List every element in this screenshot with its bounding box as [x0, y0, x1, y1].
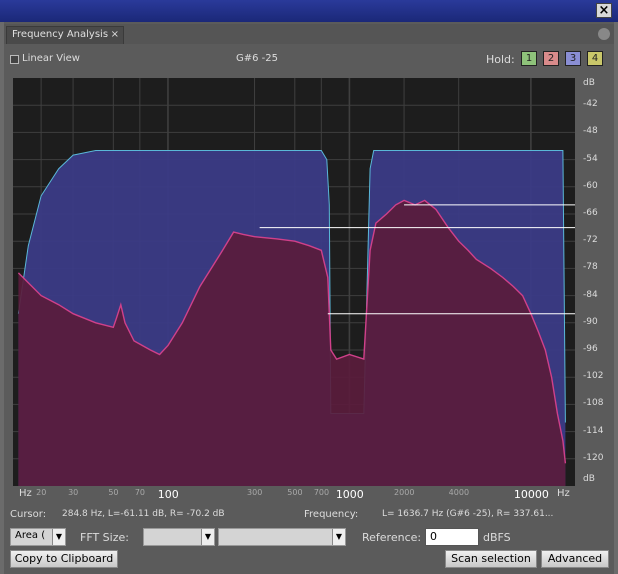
chevron-down-icon: ▼ [201, 529, 214, 545]
window-titlebar [0, 0, 618, 22]
x-axis: Hz 20 30 50 70 100 300 500 700 1000 2000 4000 10000 H… [13, 486, 575, 502]
spectrum-plot[interactable] [13, 78, 575, 486]
area-dropdown[interactable]: Area ( ▼ [10, 528, 66, 546]
y-tick-label: -66 [583, 208, 598, 218]
x-tick-label: 20 [36, 488, 47, 497]
fft-size-label: FFT Size: [80, 531, 129, 544]
tab-close-icon[interactable]: × [111, 27, 119, 43]
scan-selection-button[interactable]: Scan selection [445, 550, 537, 568]
y-tick-label: -48 [583, 126, 598, 137]
dbfs-label: dBFS [483, 531, 511, 544]
copy-to-clipboard-button[interactable]: Copy to Clipboard [10, 550, 118, 568]
advanced-button[interactable]: Advanced [541, 550, 609, 568]
chevron-down-icon: ▼ [52, 529, 65, 545]
note-readout: G#6 -25 [236, 53, 279, 64]
x-tick-label: 1000 [335, 488, 364, 501]
y-tick-label: -42 [583, 99, 598, 110]
y-tick-label: -108 [583, 398, 604, 409]
x-tick-label: 50 [108, 488, 119, 497]
fft-size-dropdown[interactable]: ▼ [143, 528, 215, 546]
hold-label: Hold: [486, 53, 515, 66]
y-tick-label: -84 [583, 289, 598, 300]
y-tick-label: -54 [583, 153, 598, 164]
x-tick-label: 2000 [394, 488, 415, 497]
reference-label: Reference: [362, 531, 422, 544]
y-tick-label: dB [583, 78, 595, 88]
x-tick-label: 100 [157, 488, 179, 501]
spectrum-chart [13, 78, 575, 486]
y-tick-label: -120 [583, 452, 604, 463]
tab-frequency-analysis[interactable]: Frequency Analysis × [6, 26, 124, 44]
y-tick-label: -90 [583, 316, 598, 327]
x-tick-label: 30 [68, 488, 79, 497]
linear-view-label: Linear View [22, 53, 80, 64]
panel-menu-icon[interactable] [598, 28, 610, 40]
x-tick-label: Hz [557, 488, 570, 499]
hold-button-1[interactable]: 1 [521, 51, 537, 66]
y-tick-label: -60 [583, 180, 598, 191]
y-tick-label: -72 [583, 235, 598, 246]
cursor-label: Cursor: [10, 509, 47, 520]
tab-title: Frequency Analysis [12, 29, 109, 40]
frequency-value: L= 1636.7 Hz (G#6 -25), R= 337.61... [382, 509, 554, 519]
y-tick-label: -96 [583, 344, 598, 354]
y-tick-label: dB [583, 474, 595, 484]
x-tick-label: 500 [287, 488, 303, 497]
chevron-down-icon: ▼ [332, 529, 345, 545]
x-tick-label: 700 [313, 488, 330, 497]
window-close-button[interactable]: × [596, 3, 612, 18]
window-type-dropdown[interactable]: ▼ [218, 528, 346, 546]
x-tick-label: Hz [19, 488, 32, 499]
x-tick-label: 300 [247, 488, 263, 497]
linear-view-checkbox[interactable] [10, 55, 19, 64]
hold-button-2[interactable]: 2 [543, 51, 559, 66]
y-tick-label: -114 [583, 425, 604, 436]
cursor-value: 284.8 Hz, L=-61.11 dB, R= -70.2 dB [62, 509, 225, 519]
y-axis: dB -42 -48 -54 -60 -66 -72 -78 -84 -90 -96 -102 -108… [577, 78, 615, 486]
hold-button-3[interactable]: 3 [565, 51, 581, 66]
hold-button-4[interactable]: 4 [587, 51, 603, 66]
x-tick-label: 4000 [448, 488, 470, 497]
area-dropdown-value: Area ( [15, 530, 46, 541]
reference-input[interactable]: 0 [425, 528, 479, 546]
y-tick-label: -78 [583, 262, 598, 273]
y-tick-label: -102 [583, 371, 604, 382]
x-tick-label: 70 [134, 488, 146, 497]
frequency-label: Frequency: [304, 509, 359, 520]
x-tick-label: 10000 [513, 488, 549, 501]
